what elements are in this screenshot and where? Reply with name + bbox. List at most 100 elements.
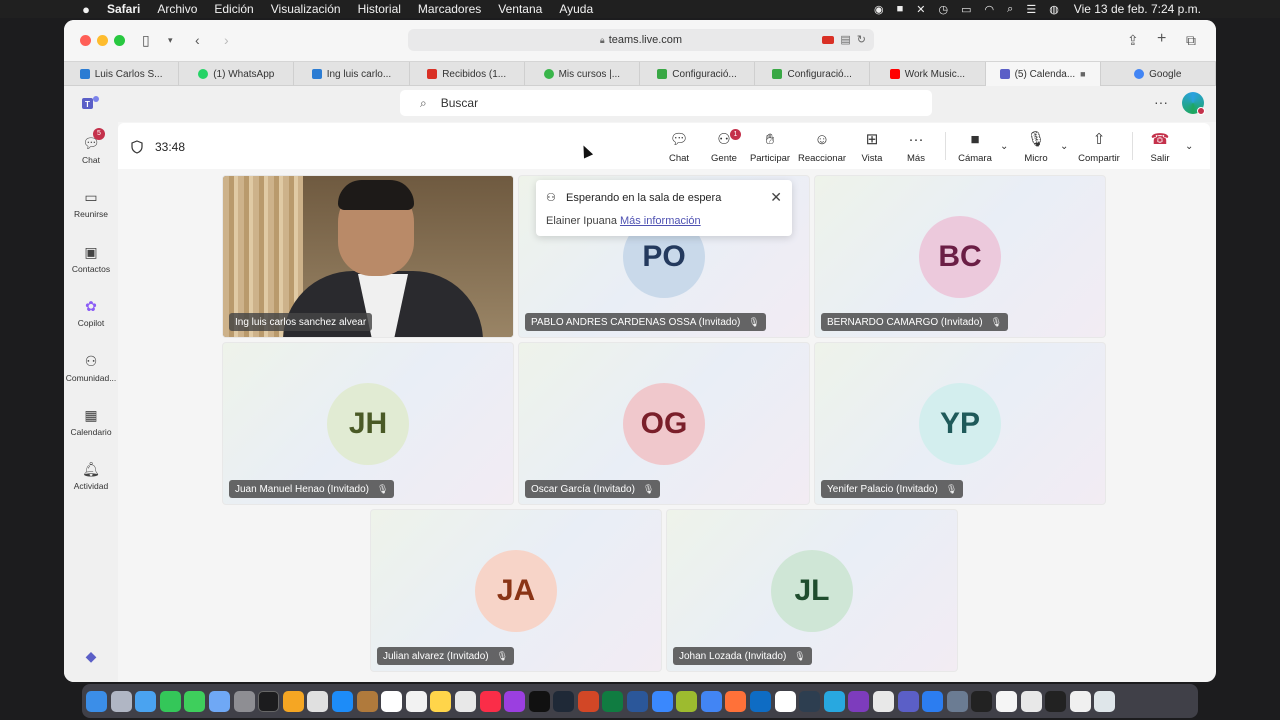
rail-item-premium[interactable]: ◆: [64, 647, 118, 668]
tab-overview-icon[interactable]: ⧉: [1186, 32, 1196, 49]
launchpad-icon[interactable]: [110, 690, 132, 712]
finder-icon[interactable]: [86, 690, 107, 712]
word-icon[interactable]: [627, 690, 649, 712]
facetime-icon[interactable]: [159, 690, 181, 712]
battery-icon[interactable]: ▭: [961, 3, 971, 16]
music-icon[interactable]: [479, 690, 501, 712]
utility-icon[interactable]: [676, 690, 698, 712]
vscode-icon[interactable]: [750, 690, 772, 712]
menu-app-name[interactable]: Safari: [107, 2, 140, 16]
tab-whatsapp[interactable]: (1) WhatsApp: [179, 62, 295, 86]
app-icon[interactable]: [774, 690, 796, 712]
network-icon[interactable]: [799, 690, 821, 712]
back-icon[interactable]: ‹: [195, 32, 200, 48]
photos-icon[interactable]: [282, 690, 304, 712]
participant-video-tile[interactable]: Ing luis carlos sanchez alvear: [222, 175, 514, 338]
participant-tile[interactable]: OG Oscar García (Invitado) 🎙︎: [518, 342, 810, 505]
apple-icon[interactable]: ●: [79, 2, 93, 17]
menu-ayuda[interactable]: Ayuda: [559, 2, 593, 16]
tab-configuracion-2[interactable]: Configuració...: [755, 62, 871, 86]
rail-item-actividad[interactable]: 🔔︎ Actividad: [64, 460, 118, 491]
menubar-clock[interactable]: Vie 13 de feb. 7:24 p.m.: [1074, 2, 1201, 16]
more-info-link[interactable]: Más información: [620, 215, 701, 227]
rail-item-copilot[interactable]: ✿ Copilot: [64, 297, 118, 328]
excel-icon[interactable]: [602, 690, 624, 712]
tab-ing-luis[interactable]: Ing luis carlo...: [294, 62, 410, 86]
app-store-icon[interactable]: [331, 690, 353, 712]
tab-luis-carlos[interactable]: Luis Carlos S...: [64, 62, 180, 86]
app-icon[interactable]: [946, 690, 968, 712]
safari-icon[interactable]: [651, 690, 673, 712]
document-icon[interactable]: [1045, 690, 1067, 712]
record-icon[interactable]: ◉: [874, 3, 884, 16]
more-button[interactable]: ··· Más: [888, 131, 944, 164]
close-icon[interactable]: ✕: [770, 189, 782, 206]
leave-options-chevron-icon[interactable]: ⌄: [1185, 141, 1193, 152]
camera-status-icon[interactable]: ■: [897, 3, 904, 15]
app-icon[interactable]: [971, 690, 993, 712]
share-icon[interactable]: ⇪: [1127, 32, 1139, 49]
document-icon[interactable]: [1020, 690, 1042, 712]
mail-icon[interactable]: [135, 690, 157, 712]
leave-button[interactable]: ☎︎ Salir: [1132, 131, 1188, 164]
participant-tile[interactable]: YP Yenifer Palacio (Invitado) 🎙︎: [814, 342, 1106, 505]
new-tab-icon[interactable]: +: [1157, 30, 1166, 48]
tab-google[interactable]: Google: [1101, 62, 1216, 86]
tab-work-music[interactable]: Work Music...: [870, 62, 986, 86]
settings-icon[interactable]: [233, 690, 255, 712]
mic-options-chevron-icon[interactable]: ⌄: [1060, 141, 1068, 152]
menu-edicion[interactable]: Edición: [214, 2, 253, 16]
menu-visualizacion[interactable]: Visualización: [271, 2, 341, 16]
sidebar-icon[interactable]: ▯: [142, 32, 150, 49]
minimize-window-button[interactable]: [97, 35, 108, 46]
wifi-icon[interactable]: ◠: [985, 3, 995, 16]
notes-brown-icon[interactable]: [356, 690, 378, 712]
siri-icon[interactable]: ◍: [1049, 3, 1059, 16]
participant-tile[interactable]: JA Julian alvarez (Invitado) 🎙︎: [370, 509, 662, 672]
control-center-icon[interactable]: ☰: [1026, 3, 1036, 16]
mic-button[interactable]: 🎙︎ Micro: [1008, 131, 1064, 164]
translate-icon[interactable]: ▤: [840, 33, 850, 46]
address-bar[interactable]: 🔒︎ teams.live.com ▤ ↻: [408, 29, 874, 51]
contacts-app-icon[interactable]: [307, 690, 329, 712]
tab-recibidos[interactable]: Recibidos (1...: [410, 62, 525, 86]
app-icon[interactable]: [823, 690, 845, 712]
freeform-icon[interactable]: [454, 690, 476, 712]
menu-ventana[interactable]: Ventana: [498, 2, 542, 16]
rail-item-comunidad[interactable]: ⚇ Comunidad...: [64, 352, 118, 383]
close-window-button[interactable]: [80, 35, 91, 46]
tab-teams-calendar[interactable]: (5) Calenda... ■: [985, 62, 1101, 86]
avatar[interactable]: [1182, 92, 1205, 115]
teams-app-icon[interactable]: [897, 690, 919, 712]
camera-button[interactable]: ■ Cámara: [947, 131, 1003, 164]
menu-archivo[interactable]: Archivo: [157, 2, 197, 16]
menu-marcadores[interactable]: Marcadores: [418, 2, 481, 16]
quicktime-icon[interactable]: [553, 690, 575, 712]
participant-tile[interactable]: JH Juan Manuel Henao (Invitado) 🎙︎: [222, 342, 514, 505]
tab-mis-cursos[interactable]: Mis cursos |...: [525, 62, 640, 86]
rail-item-contactos[interactable]: ▣ Contactos: [64, 243, 118, 274]
reload-icon[interactable]: ↻: [857, 33, 866, 46]
translate-app-icon[interactable]: [922, 690, 944, 712]
messages-icon[interactable]: [184, 690, 206, 712]
participant-tile[interactable]: JL Johan Lozada (Invitado) 🎙︎: [666, 509, 958, 672]
forward-icon[interactable]: ›: [224, 32, 229, 48]
shield-icon[interactable]: [131, 140, 143, 154]
notes-icon[interactable]: [430, 690, 452, 712]
chevron-down-icon[interactable]: ▾: [168, 35, 173, 46]
app-icon[interactable]: [848, 690, 870, 712]
rail-item-calendario[interactable]: ▦ Calendario: [64, 406, 118, 437]
trash-icon[interactable]: [1094, 690, 1116, 712]
share-button[interactable]: ⇧ Compartir: [1070, 131, 1128, 164]
firefox-icon[interactable]: [725, 690, 747, 712]
app-icon[interactable]: [873, 690, 894, 712]
document-icon[interactable]: [995, 690, 1017, 712]
raise-hand-button[interactable]: ✋︎ Participar: [742, 131, 798, 164]
menu-historial[interactable]: Historial: [358, 2, 401, 16]
tab-configuracion-1[interactable]: Configuració...: [640, 62, 756, 86]
powerpoint-icon[interactable]: [577, 690, 599, 712]
chrome-icon[interactable]: [700, 690, 722, 712]
spotlight-icon[interactable]: ⌕: [1007, 3, 1013, 16]
rail-item-chat[interactable]: 💬︎ 5 Chat: [64, 128, 118, 165]
podcasts-icon[interactable]: [504, 690, 526, 712]
